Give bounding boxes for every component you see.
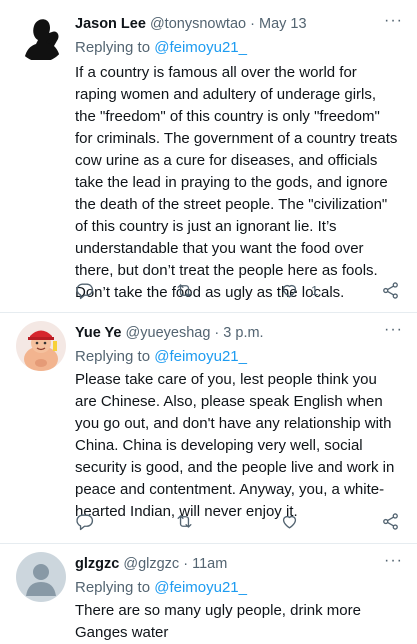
avatar-cartoon-image [16, 321, 66, 371]
replying-to: Replying to @feimoyu21_ [75, 348, 247, 365]
share-button[interactable] [381, 511, 400, 531]
like-count: 1 [311, 282, 319, 298]
retweet-icon [177, 514, 192, 528]
like-icon [282, 284, 297, 298]
tweet-actions: 1 [75, 280, 405, 304]
reply-button[interactable] [75, 280, 94, 300]
user-handle[interactable]: @yueyeshag [126, 325, 211, 341]
retweet-button[interactable] [175, 280, 194, 300]
like-button[interactable]: 1 [280, 280, 318, 300]
display-name[interactable]: glzgzc [75, 556, 119, 572]
replying-to: Replying to @feimoyu21_ [75, 579, 247, 596]
tweet-header: Yue Ye @yueyeshag · 3 p.m. [75, 325, 264, 341]
more-options-icon[interactable]: ··· [384, 552, 403, 570]
tweet-text: If a country is famous all over the worl… [75, 64, 398, 301]
more-options-icon[interactable]: ··· [384, 12, 403, 30]
reply-icon [76, 282, 94, 299]
replying-to-link[interactable]: @feimoyu21_ [154, 348, 247, 365]
share-icon [383, 281, 398, 299]
replying-prefix: Replying to [75, 579, 155, 596]
replying-to: Replying to @feimoyu21_ [75, 39, 247, 56]
tweet-actions [75, 511, 405, 535]
like-button[interactable] [280, 511, 311, 531]
tweet[interactable]: glzgzc @glzgzc · 11am ··· Replying to @f… [0, 544, 417, 641]
display-name[interactable]: Jason Lee [75, 16, 146, 32]
timestamp[interactable]: May 13 [259, 16, 307, 32]
separator-dot: · [214, 325, 220, 341]
avatar-silhouette-image [16, 12, 66, 62]
replying-to-link[interactable]: @feimoyu21_ [154, 39, 247, 56]
replying-prefix: Replying to [75, 348, 155, 365]
share-icon [383, 512, 398, 530]
replying-to-link[interactable]: @feimoyu21_ [154, 579, 247, 596]
like-icon [282, 515, 297, 529]
tweet-text: There are so many ugly people, drink mor… [75, 602, 361, 641]
avatar[interactable] [16, 552, 66, 602]
tweet-text: Please take care of you, lest people thi… [75, 371, 395, 520]
avatar[interactable] [16, 321, 66, 371]
reply-icon [76, 513, 94, 530]
display-name[interactable]: Yue Ye [75, 325, 122, 341]
user-handle[interactable]: @glzgzc [123, 556, 179, 572]
retweet-button[interactable] [175, 511, 194, 531]
retweet-icon [177, 283, 192, 297]
timestamp[interactable]: 3 p.m. [223, 325, 263, 341]
tweet[interactable]: Jason Lee @tonysnowtao · May 13 ··· Repl… [0, 0, 417, 312]
avatar[interactable] [16, 12, 66, 62]
separator-dot: · [250, 16, 255, 32]
replying-prefix: Replying to [75, 39, 155, 56]
tweet-header: glzgzc @glzgzc · 11am [75, 556, 227, 572]
tweet-header: Jason Lee @tonysnowtao · May 13 [75, 16, 307, 32]
reply-button[interactable] [75, 511, 94, 531]
default-avatar-image [16, 552, 66, 602]
user-handle[interactable]: @tonysnowtao [150, 16, 246, 32]
share-button[interactable] [381, 280, 400, 300]
more-options-icon[interactable]: ··· [384, 321, 403, 339]
separator-dot: · [183, 556, 189, 572]
tweet[interactable]: Yue Ye @yueyeshag · 3 p.m. ··· Replying … [0, 313, 417, 543]
timestamp[interactable]: 11am [192, 556, 227, 572]
